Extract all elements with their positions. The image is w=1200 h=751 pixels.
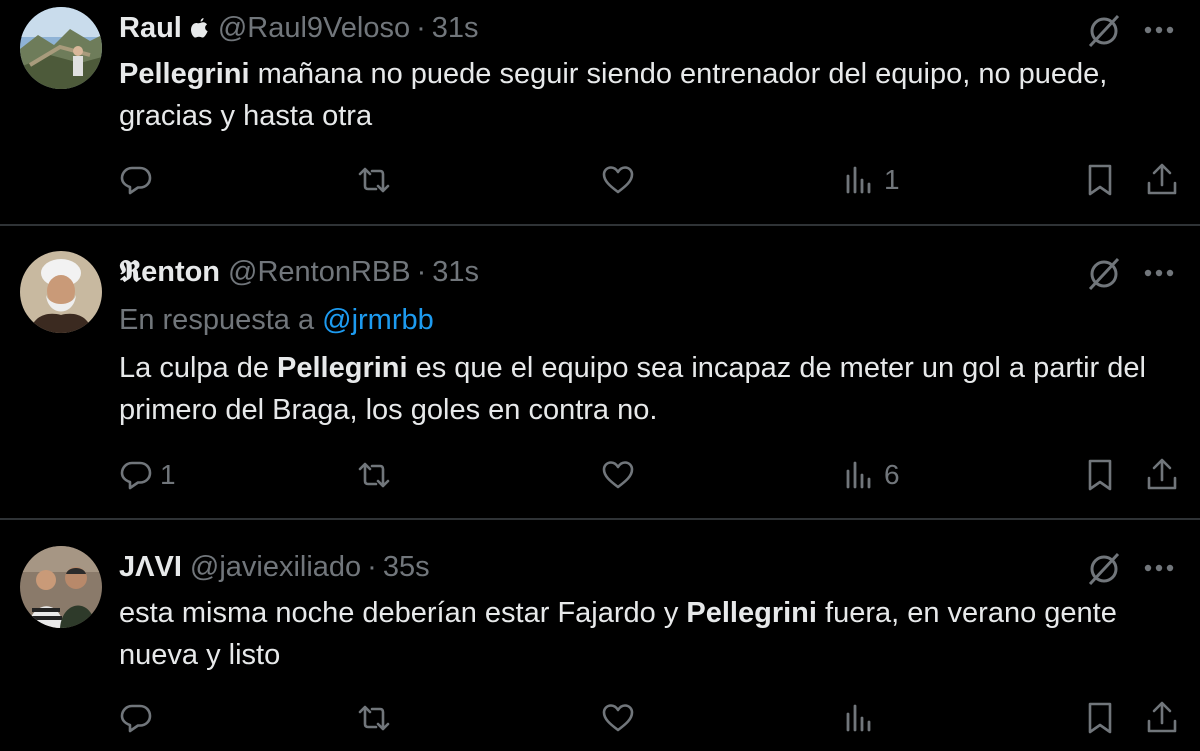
tweet-header: 𝕽enton @RentonRBB · 31s [119,252,479,292]
handle[interactable]: @Raul9Veloso [218,12,410,45]
heart-icon [602,461,634,489]
retweet-button[interactable] [356,160,398,200]
views-button[interactable]: 1 [842,160,900,200]
retweet-icon [358,462,390,488]
more-icon[interactable] [1140,548,1178,588]
bookmark-icon [1088,702,1112,734]
share-button[interactable] [1144,698,1180,738]
highlighted-keyword: Pellegrini [686,597,817,629]
reply-icon [120,461,152,490]
more-icon[interactable] [1140,253,1178,293]
reply-mention-link[interactable]: @jrmrbb [322,304,434,336]
reply-context: En respuesta a @jrmrbb [119,304,434,337]
display-name[interactable]: JΛVI [119,551,182,584]
tweet-text: Pellegrini mañana no puede seguir siendo… [119,53,1179,137]
grok-icon[interactable] [1084,253,1124,293]
heart-icon [602,704,634,732]
tweet-text-part: La culpa de [119,352,278,384]
tweet-feed: Raul @Raul9Veloso · 31s Pellegrini mañan… [0,0,1200,751]
bookmark-icon [1088,164,1112,196]
bookmark-icon [1088,459,1112,491]
avatar[interactable] [20,251,102,333]
retweet-button[interactable] [356,698,398,738]
views-icon [846,461,871,489]
views-count: 1 [884,164,900,195]
bookmark-button[interactable] [1082,160,1118,200]
views-button[interactable]: 6 [842,455,900,495]
display-name[interactable]: 𝕽enton [119,256,220,289]
tweet-header: JΛVI @javiexiliado · 35s [119,547,430,587]
views-count: 6 [884,459,900,490]
reply-button[interactable] [118,698,160,738]
share-button[interactable] [1144,455,1180,495]
grok-icon[interactable] [1084,548,1124,588]
handle[interactable]: @RentonRBB [228,256,411,289]
reply-button[interactable] [118,160,160,200]
views-icon [846,166,871,194]
share-icon [1147,701,1177,733]
reply-count: 1 [160,459,176,490]
more-icon[interactable] [1140,10,1178,50]
views-icon [846,704,871,732]
bookmark-button[interactable] [1082,698,1118,738]
like-button[interactable] [600,455,642,495]
avatar[interactable] [20,7,102,89]
reply-icon [120,704,152,733]
tweet-text: La culpa de Pellegrini es que el equipo … [119,347,1179,431]
share-icon [1147,163,1177,195]
apple-logo-icon [190,18,208,38]
tweet-text-part: esta misma noche deberían estar Fajardo … [119,597,687,629]
views-button[interactable] [842,698,884,738]
reply-button[interactable]: 1 [118,455,176,495]
like-button[interactable] [600,698,642,738]
bookmark-button[interactable] [1082,455,1118,495]
share-icon [1147,458,1177,490]
display-name[interactable]: Raul [119,12,182,45]
share-button[interactable] [1144,160,1180,200]
highlighted-keyword: Pellegrini [277,352,408,384]
avatar[interactable] [20,546,102,628]
highlighted-keyword: Pellegrini [119,58,250,90]
grok-icon[interactable] [1084,10,1124,50]
timestamp[interactable]: 31s [432,12,479,45]
handle[interactable]: @javiexiliado [190,551,361,584]
tweet[interactable]: Raul @Raul9Veloso · 31s Pellegrini mañan… [0,0,1200,224]
reply-prefix: En respuesta a [119,304,323,336]
retweet-icon [358,167,390,193]
timestamp[interactable]: 31s [432,256,479,289]
tweet[interactable]: 𝕽enton @RentonRBB · 31s En respuesta a @… [0,226,1200,518]
tweet-text-part: mañana no puede seguir siendo entrenador… [119,58,1108,132]
reply-icon [120,166,152,195]
heart-icon [602,166,634,194]
tweet[interactable]: JΛVI @javiexiliado · 35s esta misma noch… [0,520,1200,751]
timestamp[interactable]: 35s [383,551,430,584]
tweet-header: Raul @Raul9Veloso · 31s [119,8,479,48]
retweet-button[interactable] [356,455,398,495]
like-button[interactable] [600,160,642,200]
separator: · [416,11,426,44]
separator: · [367,550,377,583]
retweet-icon [358,705,390,731]
tweet-text: esta misma noche deberían estar Fajardo … [119,592,1179,676]
separator: · [416,255,427,288]
